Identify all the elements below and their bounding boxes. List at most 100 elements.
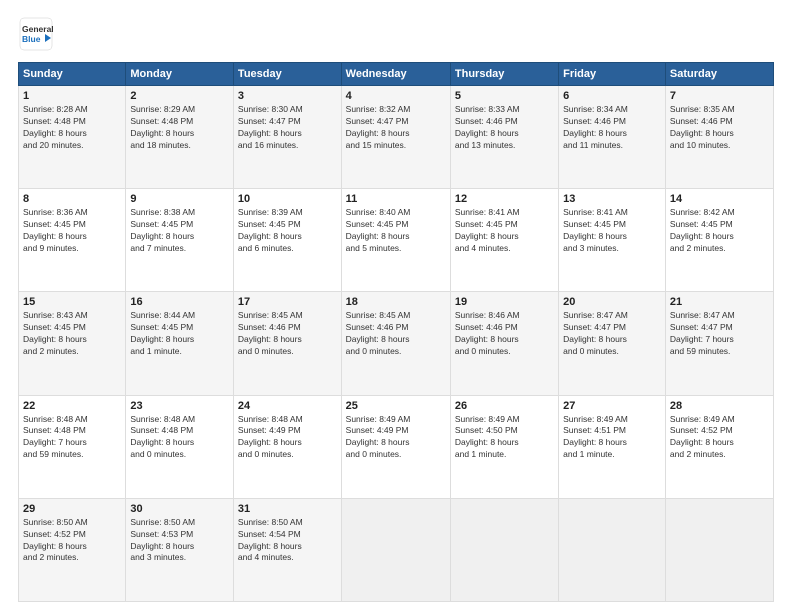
day-cell: 25 Sunrise: 8:49 AM Sunset: 4:49 PM Dayli… [341, 395, 450, 498]
day-number: 5 [455, 90, 554, 102]
day-info: Sunrise: 8:45 AM Sunset: 4:46 PM Dayligh… [238, 310, 337, 358]
day-cell [559, 498, 666, 601]
header-row: SundayMondayTuesdayWednesdayThursdayFrid… [19, 63, 774, 86]
day-number: 12 [455, 193, 554, 205]
day-info: Sunrise: 8:48 AM Sunset: 4:48 PM Dayligh… [23, 414, 121, 462]
day-cell: 29Sunrise: 8:50 AM Sunset: 4:52 PM Dayli… [19, 498, 126, 601]
day-info: Sunrise: 8:29 AM Sunset: 4:48 PM Dayligh… [130, 104, 229, 152]
day-cell [341, 498, 450, 601]
day-info: Sunrise: 8:50 AM Sunset: 4:52 PM Dayligh… [23, 517, 121, 565]
day-number: 26 [455, 400, 554, 412]
day-number: 19 [455, 296, 554, 308]
week-row-5: 29Sunrise: 8:50 AM Sunset: 4:52 PM Dayli… [19, 498, 774, 601]
day-number: 10 [238, 193, 337, 205]
header-cell-friday: Friday [559, 63, 666, 86]
day-number: 27 [563, 400, 661, 412]
calendar-body: 1Sunrise: 8:28 AM Sunset: 4:48 PM Daylig… [19, 86, 774, 602]
day-info: Sunrise: 8:44 AM Sunset: 4:45 PM Dayligh… [130, 310, 229, 358]
svg-text:General: General [22, 24, 54, 34]
day-cell: 19Sunrise: 8:46 AM Sunset: 4:46 PM Dayli… [450, 292, 558, 395]
day-number: 23 [130, 400, 229, 412]
day-cell: 14 Sunrise: 8:42 AM Sunset: 4:45 PM Dayli… [665, 189, 773, 292]
week-row-1: 1Sunrise: 8:28 AM Sunset: 4:48 PM Daylig… [19, 86, 774, 189]
day-info: Sunrise: 8:42 AM Sunset: 4:45 PM Dayligh… [670, 207, 769, 255]
day-number: 18 [346, 296, 446, 308]
day-cell: 28Sunrise: 8:49 AM Sunset: 4:52 PM Dayli… [665, 395, 773, 498]
day-cell: 8 Sunrise: 8:36 AM Sunset: 4:45 PM Daylig… [19, 189, 126, 292]
day-info: Sunrise: 8:45 AM Sunset: 4:46 PM Dayligh… [346, 310, 446, 358]
day-number: 6 [563, 90, 661, 102]
day-info: Sunrise: 8:49 AM Sunset: 4:52 PM Dayligh… [670, 414, 769, 462]
day-cell: 20Sunrise: 8:47 AM Sunset: 4:47 PM Dayli… [559, 292, 666, 395]
day-cell: 10Sunrise: 8:39 AM Sunset: 4:45 PM Dayli… [233, 189, 341, 292]
day-cell: 30 Sunrise: 8:50 AM Sunset: 4:53 PM Dayli… [126, 498, 234, 601]
day-info: Sunrise: 8:49 AM Sunset: 4:51 PM Dayligh… [563, 414, 661, 462]
day-info: Sunrise: 8:32 AM Sunset: 4:47 PM Dayligh… [346, 104, 446, 152]
header-cell-sunday: Sunday [19, 63, 126, 86]
day-number: 20 [563, 296, 661, 308]
day-cell: 24Sunrise: 8:48 AM Sunset: 4:49 PM Dayli… [233, 395, 341, 498]
day-cell [450, 498, 558, 601]
day-number: 21 [670, 296, 769, 308]
day-cell: 12 Sunrise: 8:41 AM Sunset: 4:45 PM Dayli… [450, 189, 558, 292]
svg-text:Blue: Blue [22, 34, 41, 44]
day-cell: 5Sunrise: 8:33 AM Sunset: 4:46 PM Daylig… [450, 86, 558, 189]
day-info: Sunrise: 8:40 AM Sunset: 4:45 PM Dayligh… [346, 207, 446, 255]
header-cell-monday: Monday [126, 63, 234, 86]
day-number: 25 [346, 400, 446, 412]
day-number: 9 [130, 193, 229, 205]
day-cell: 7 Sunrise: 8:35 AM Sunset: 4:46 PM Daylig… [665, 86, 773, 189]
day-info: Sunrise: 8:41 AM Sunset: 4:45 PM Dayligh… [563, 207, 661, 255]
day-info: Sunrise: 8:47 AM Sunset: 4:47 PM Dayligh… [670, 310, 769, 358]
day-cell: 16Sunrise: 8:44 AM Sunset: 4:45 PM Dayli… [126, 292, 234, 395]
day-cell: 2 Sunrise: 8:29 AM Sunset: 4:48 PM Daylig… [126, 86, 234, 189]
week-row-2: 8 Sunrise: 8:36 AM Sunset: 4:45 PM Daylig… [19, 189, 774, 292]
day-cell: 18 Sunrise: 8:45 AM Sunset: 4:46 PM Dayli… [341, 292, 450, 395]
day-number: 22 [23, 400, 121, 412]
day-cell: 9 Sunrise: 8:38 AM Sunset: 4:45 PM Daylig… [126, 189, 234, 292]
day-cell: 15 Sunrise: 8:43 AM Sunset: 4:45 PM Dayli… [19, 292, 126, 395]
day-cell: 26 Sunrise: 8:49 AM Sunset: 4:50 PM Dayli… [450, 395, 558, 498]
calendar-header: SundayMondayTuesdayWednesdayThursdayFrid… [19, 63, 774, 86]
day-cell: 17 Sunrise: 8:45 AM Sunset: 4:46 PM Dayli… [233, 292, 341, 395]
day-cell: 1Sunrise: 8:28 AM Sunset: 4:48 PM Daylig… [19, 86, 126, 189]
day-info: Sunrise: 8:50 AM Sunset: 4:54 PM Dayligh… [238, 517, 337, 565]
day-info: Sunrise: 8:35 AM Sunset: 4:46 PM Dayligh… [670, 104, 769, 152]
logo: General Blue [18, 16, 54, 52]
day-number: 3 [238, 90, 337, 102]
day-number: 13 [563, 193, 661, 205]
week-row-4: 22 Sunrise: 8:48 AM Sunset: 4:48 PM Dayli… [19, 395, 774, 498]
day-info: Sunrise: 8:38 AM Sunset: 4:45 PM Dayligh… [130, 207, 229, 255]
day-info: Sunrise: 8:43 AM Sunset: 4:45 PM Dayligh… [23, 310, 121, 358]
day-number: 8 [23, 193, 121, 205]
week-row-3: 15 Sunrise: 8:43 AM Sunset: 4:45 PM Dayli… [19, 292, 774, 395]
day-number: 7 [670, 90, 769, 102]
header: General Blue [18, 16, 774, 52]
day-cell: 11Sunrise: 8:40 AM Sunset: 4:45 PM Dayli… [341, 189, 450, 292]
day-number: 2 [130, 90, 229, 102]
day-number: 31 [238, 503, 337, 515]
day-cell: 3Sunrise: 8:30 AM Sunset: 4:47 PM Daylig… [233, 86, 341, 189]
header-cell-thursday: Thursday [450, 63, 558, 86]
day-info: Sunrise: 8:41 AM Sunset: 4:45 PM Dayligh… [455, 207, 554, 255]
day-number: 30 [130, 503, 229, 515]
day-number: 4 [346, 90, 446, 102]
day-info: Sunrise: 8:49 AM Sunset: 4:50 PM Dayligh… [455, 414, 554, 462]
day-info: Sunrise: 8:49 AM Sunset: 4:49 PM Dayligh… [346, 414, 446, 462]
logo-svg-icon: General Blue [18, 16, 54, 52]
day-cell: 22 Sunrise: 8:48 AM Sunset: 4:48 PM Dayli… [19, 395, 126, 498]
day-cell: 13 Sunrise: 8:41 AM Sunset: 4:45 PM Dayli… [559, 189, 666, 292]
day-cell: 31 Sunrise: 8:50 AM Sunset: 4:54 PM Dayli… [233, 498, 341, 601]
calendar-page: General Blue SundayMondayTuesdayWednesda… [0, 0, 792, 612]
header-cell-wednesday: Wednesday [341, 63, 450, 86]
day-number: 15 [23, 296, 121, 308]
header-cell-tuesday: Tuesday [233, 63, 341, 86]
day-info: Sunrise: 8:50 AM Sunset: 4:53 PM Dayligh… [130, 517, 229, 565]
day-info: Sunrise: 8:36 AM Sunset: 4:45 PM Dayligh… [23, 207, 121, 255]
day-cell: 6 Sunrise: 8:34 AM Sunset: 4:46 PM Daylig… [559, 86, 666, 189]
day-number: 14 [670, 193, 769, 205]
day-cell: 23Sunrise: 8:48 AM Sunset: 4:48 PM Dayli… [126, 395, 234, 498]
day-cell [665, 498, 773, 601]
day-info: Sunrise: 8:34 AM Sunset: 4:46 PM Dayligh… [563, 104, 661, 152]
day-number: 17 [238, 296, 337, 308]
